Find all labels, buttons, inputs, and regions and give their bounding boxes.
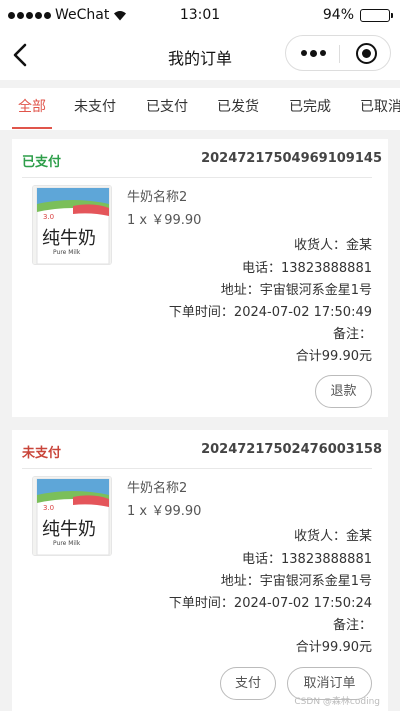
receiver-info: 收货人：金某 <box>293 238 372 253</box>
refund-button[interactable]: 退款 <box>315 375 372 408</box>
order-card: 已支付 20247217504969109145 3.0 纯牛奶 Pure Mi… <box>12 139 388 417</box>
tab-completed[interactable]: 已完成 <box>289 96 331 116</box>
divider <box>22 468 372 469</box>
product-name: 牛奶名称2 <box>127 190 188 205</box>
tab-label: 已支付 <box>146 99 188 115</box>
order-status: 已支付 <box>22 155 62 170</box>
close-miniprogram-icon[interactable] <box>356 43 377 64</box>
milk-pack-icon: 3.0 纯牛奶 Pure Milk <box>33 186 111 264</box>
phone-info: 电话：13823888881 <box>242 261 372 276</box>
pay-button[interactable]: 支付 <box>220 667 276 700</box>
watermark: CSDN @森林coding <box>294 697 380 707</box>
battery-percent: 94% <box>322 7 354 23</box>
svg-text:3.0: 3.0 <box>43 213 54 221</box>
product-image[interactable]: 3.0 纯牛奶 Pure Milk <box>32 476 112 556</box>
tab-all[interactable]: 全部 <box>12 96 52 129</box>
tab-paid[interactable]: 已支付 <box>146 96 188 116</box>
tab-label: 已发货 <box>217 99 259 115</box>
svg-text:Pure Milk: Pure Milk <box>53 540 81 547</box>
address-info: 地址：宇宙银河系金星1号 <box>220 574 372 589</box>
order-number: 20247217504969109145 <box>201 151 382 166</box>
svg-text:3.0: 3.0 <box>43 504 54 512</box>
order-time: 下单时间：2024-07-02 17:50:24 <box>168 596 372 611</box>
phone-info: 电话：13823888881 <box>242 552 372 567</box>
svg-text:Pure Milk: Pure Milk <box>53 249 81 256</box>
order-card: 未支付 20247217502476003158 3.0 纯牛奶 Pure Mi… <box>12 430 388 711</box>
active-tab-indicator <box>12 127 52 129</box>
order-number: 20247217502476003158 <box>201 442 382 457</box>
order-tabs: 全部 未支付 已支付 已发货 已完成 已取消 <box>0 88 400 130</box>
tab-label: 未支付 <box>74 99 116 115</box>
tab-cancelled[interactable]: 已取消 <box>360 96 400 116</box>
divider <box>22 177 372 178</box>
order-status: 未支付 <box>22 446 62 461</box>
product-name: 牛奶名称2 <box>127 481 188 496</box>
order-total: 合计99.90元 <box>295 640 372 655</box>
tab-shipped[interactable]: 已发货 <box>217 96 259 116</box>
order-time: 下单时间：2024-07-02 17:50:49 <box>168 305 372 320</box>
capsule-divider <box>339 45 340 63</box>
receiver-info: 收货人：金某 <box>293 529 372 544</box>
order-total: 合计99.90元 <box>295 349 372 364</box>
more-icon[interactable] <box>301 49 326 57</box>
tab-label: 已取消 <box>360 99 400 115</box>
remark-info: 备注： <box>332 327 372 342</box>
remark-info: 备注： <box>332 618 372 633</box>
tab-label: 已完成 <box>289 99 331 115</box>
address-info: 地址：宇宙银河系金星1号 <box>220 283 372 298</box>
quantity-price: 1 x ￥99.90 <box>127 504 202 519</box>
quantity-price: 1 x ￥99.90 <box>127 213 202 228</box>
miniprogram-capsule <box>285 35 391 71</box>
svg-text:纯牛奶: 纯牛奶 <box>42 519 96 540</box>
milk-pack-icon: 3.0 纯牛奶 Pure Milk <box>33 477 111 555</box>
tab-unpaid[interactable]: 未支付 <box>74 96 116 116</box>
battery-icon <box>360 8 393 22</box>
battery-group: 94% <box>322 7 393 23</box>
nav-bar: 我的订单 <box>0 32 400 80</box>
status-bar: WeChat 13:01 94% <box>0 0 400 32</box>
tab-label: 全部 <box>18 99 46 115</box>
product-image[interactable]: 3.0 纯牛奶 Pure Milk <box>32 185 112 265</box>
svg-text:纯牛奶: 纯牛奶 <box>42 228 96 249</box>
